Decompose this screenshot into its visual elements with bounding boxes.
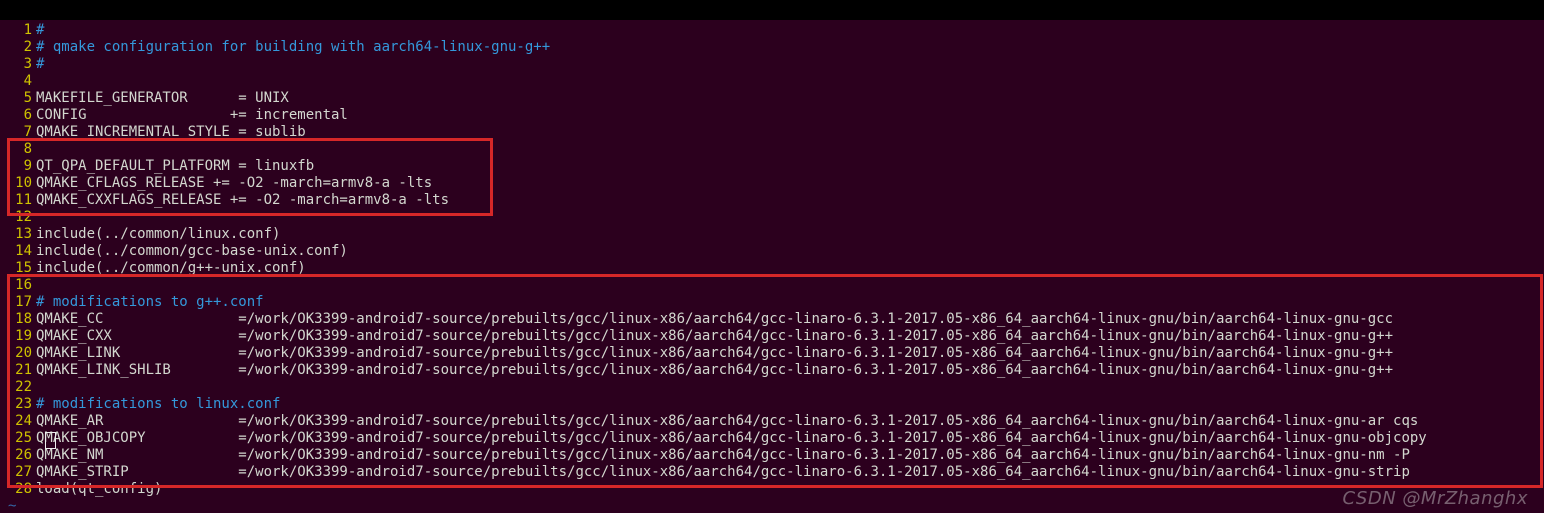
line-content[interactable]: QMAKE_CFLAGS_RELEASE += -O2 -march=armv8… bbox=[36, 175, 432, 192]
line-number: 17 bbox=[0, 294, 36, 311]
line-number: 12 bbox=[0, 209, 36, 226]
line-content[interactable]: QT_QPA_DEFAULT_PLATFORM = linuxfb bbox=[36, 158, 314, 175]
code-line[interactable]: 16 bbox=[0, 277, 1544, 294]
line-number: 7 bbox=[0, 124, 36, 141]
code-line[interactable]: 15include(../common/g++-unix.conf) bbox=[0, 260, 1544, 277]
line-number: 27 bbox=[0, 464, 36, 481]
code-line[interactable]: 14include(../common/gcc-base-unix.conf) bbox=[0, 243, 1544, 260]
code-line[interactable]: 13include(../common/linux.conf) bbox=[0, 226, 1544, 243]
line-number: 20 bbox=[0, 345, 36, 362]
line-content[interactable]: include(../common/linux.conf) bbox=[36, 226, 280, 243]
code-line[interactable]: 4 bbox=[0, 73, 1544, 90]
line-number: 22 bbox=[0, 379, 36, 396]
code-line[interactable]: 10QMAKE_CFLAGS_RELEASE += -O2 -march=arm… bbox=[0, 175, 1544, 192]
line-number: 18 bbox=[0, 311, 36, 328]
line-number: 8 bbox=[0, 141, 36, 158]
code-line[interactable]: 18QMAKE_CC =/work/OK3399-android7-source… bbox=[0, 311, 1544, 328]
line-number: 15 bbox=[0, 260, 36, 277]
code-line[interactable]: 26QMAKE_NM =/work/OK3399-android7-source… bbox=[0, 447, 1544, 464]
code-line[interactable]: 1# bbox=[0, 22, 1544, 39]
line-number: 5 bbox=[0, 90, 36, 107]
code-line[interactable]: 25QMAKE_OBJCOPY =/work/OK3399-android7-s… bbox=[0, 430, 1544, 447]
line-content[interactable]: include(../common/g++-unix.conf) bbox=[36, 260, 306, 277]
line-number: 2 bbox=[0, 39, 36, 56]
window-titlebar bbox=[0, 0, 1544, 20]
line-number: 25 bbox=[0, 430, 36, 447]
line-number: 10 bbox=[0, 175, 36, 192]
line-content[interactable]: load(qt_config) bbox=[36, 481, 162, 498]
code-line[interactable]: 24QMAKE_AR =/work/OK3399-android7-source… bbox=[0, 413, 1544, 430]
code-line[interactable]: 12 bbox=[0, 209, 1544, 226]
vim-tilde: ~ bbox=[0, 498, 1544, 513]
line-number: 4 bbox=[0, 73, 36, 90]
editor-area[interactable]: 1#2# qmake configuration for building wi… bbox=[0, 20, 1544, 498]
line-number: 23 bbox=[0, 396, 36, 413]
code-line[interactable]: 7QMAKE_INCREMENTAL_STYLE = sublib bbox=[0, 124, 1544, 141]
code-line[interactable]: 17# modifications to g++.conf bbox=[0, 294, 1544, 311]
line-number: 1 bbox=[0, 22, 36, 39]
line-content[interactable]: QMAKE_LINK_SHLIB =/work/OK3399-android7-… bbox=[36, 362, 1393, 379]
code-line[interactable]: 6CONFIG += incremental bbox=[0, 107, 1544, 124]
line-number: 19 bbox=[0, 328, 36, 345]
line-number: 3 bbox=[0, 56, 36, 73]
line-content[interactable]: MAKEFILE_GENERATOR = UNIX bbox=[36, 90, 289, 107]
line-content[interactable]: CONFIG += incremental bbox=[36, 107, 348, 124]
line-content[interactable]: QMAKE_CC =/work/OK3399-android7-source/p… bbox=[36, 311, 1393, 328]
code-line[interactable]: 2# qmake configuration for building with… bbox=[0, 39, 1544, 56]
code-line[interactable]: 21QMAKE_LINK_SHLIB =/work/OK3399-android… bbox=[0, 362, 1544, 379]
code-line[interactable]: 27QMAKE_STRIP =/work/OK3399-android7-sou… bbox=[0, 464, 1544, 481]
code-line[interactable]: 23# modifications to linux.conf bbox=[0, 396, 1544, 413]
line-content[interactable]: # bbox=[36, 22, 44, 39]
line-content[interactable]: # bbox=[36, 56, 44, 73]
line-number: 14 bbox=[0, 243, 36, 260]
code-line[interactable]: 8 bbox=[0, 141, 1544, 158]
code-line[interactable]: 22 bbox=[0, 379, 1544, 396]
line-content[interactable]: # qmake configuration for building with … bbox=[36, 39, 550, 56]
code-line[interactable]: 9QT_QPA_DEFAULT_PLATFORM = linuxfb bbox=[0, 158, 1544, 175]
line-number: 21 bbox=[0, 362, 36, 379]
line-content[interactable]: QMAKE_CXX =/work/OK3399-android7-source/… bbox=[36, 328, 1393, 345]
line-number: 11 bbox=[0, 192, 36, 209]
code-line[interactable]: 11QMAKE_CXXFLAGS_RELEASE += -O2 -march=a… bbox=[0, 192, 1544, 209]
line-number: 26 bbox=[0, 447, 36, 464]
line-content[interactable]: QMAKE_CXXFLAGS_RELEASE += -O2 -march=arm… bbox=[36, 192, 449, 209]
code-line[interactable]: 28load(qt_config) bbox=[0, 481, 1544, 498]
line-content[interactable]: QMAKE_INCREMENTAL_STYLE = sublib bbox=[36, 124, 306, 141]
code-line[interactable]: 19QMAKE_CXX =/work/OK3399-android7-sourc… bbox=[0, 328, 1544, 345]
line-content[interactable]: QMAKE_STRIP =/work/OK3399-android7-sourc… bbox=[36, 464, 1410, 481]
line-number: 13 bbox=[0, 226, 36, 243]
line-number: 24 bbox=[0, 413, 36, 430]
line-number: 28 bbox=[0, 481, 36, 498]
line-content[interactable]: QMAKE_LINK =/work/OK3399-android7-source… bbox=[36, 345, 1393, 362]
line-content[interactable]: # modifications to linux.conf bbox=[36, 396, 280, 413]
code-line[interactable]: 5MAKEFILE_GENERATOR = UNIX bbox=[0, 90, 1544, 107]
line-number: 9 bbox=[0, 158, 36, 175]
code-line[interactable]: 3# bbox=[0, 56, 1544, 73]
code-line[interactable]: 20QMAKE_LINK =/work/OK3399-android7-sour… bbox=[0, 345, 1544, 362]
line-number: 6 bbox=[0, 107, 36, 124]
line-content[interactable]: # modifications to g++.conf bbox=[36, 294, 264, 311]
line-content[interactable]: QMAKE_NM =/work/OK3399-android7-source/p… bbox=[36, 447, 1410, 464]
line-number: 16 bbox=[0, 277, 36, 294]
line-content[interactable]: include(../common/gcc-base-unix.conf) bbox=[36, 243, 348, 260]
line-content[interactable]: QMAKE_AR =/work/OK3399-android7-source/p… bbox=[36, 413, 1418, 430]
line-content[interactable]: QMAKE_OBJCOPY =/work/OK3399-android7-sou… bbox=[36, 430, 1427, 447]
